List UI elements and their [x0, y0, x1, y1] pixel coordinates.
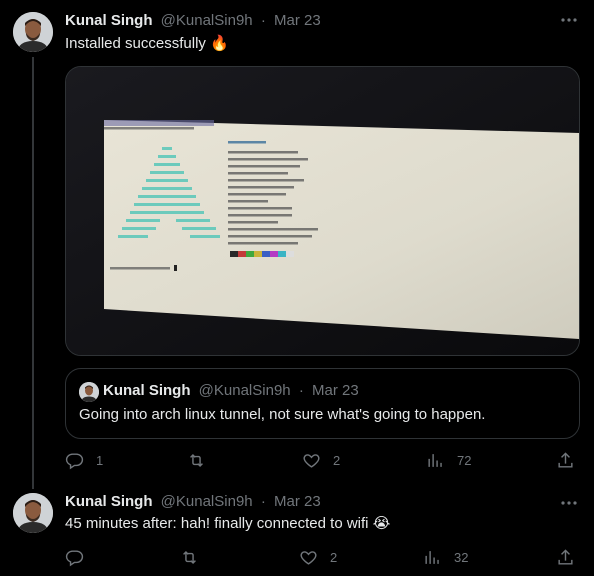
quoted-tweet-card[interactable]: Kunal Singh @KunalSin9h · Mar 23 Going i…	[65, 368, 580, 439]
tweet-header: Kunal Singh @KunalSin9h · Mar 23	[65, 492, 321, 512]
views-button[interactable]: 72	[426, 451, 471, 470]
views-chart-icon	[428, 454, 442, 467]
tweet-date[interactable]: Mar 23	[274, 493, 321, 510]
author-name[interactable]: Kunal Singh	[65, 493, 153, 510]
palette-swatch	[238, 251, 246, 257]
author-handle[interactable]: @KunalSin9h	[161, 12, 253, 29]
views-count: 32	[454, 550, 469, 565]
quoted-author-avatar	[79, 382, 99, 402]
palette-swatch	[278, 251, 286, 257]
like-count: 2	[330, 550, 338, 565]
laptop-screen-photo	[66, 67, 579, 355]
reply-icon	[65, 453, 84, 470]
more-options-icon[interactable]	[560, 11, 578, 34]
thread-connector-line	[32, 57, 34, 489]
retweet-icon	[190, 453, 203, 468]
palette-swatch	[286, 251, 294, 257]
palette-swatch	[262, 251, 270, 257]
separator-dot: ·	[260, 493, 266, 510]
palette-swatch	[254, 251, 262, 257]
views-chart-icon	[425, 551, 439, 564]
reply-button[interactable]	[65, 548, 96, 567]
retweet-button[interactable]	[187, 451, 218, 470]
quoted-author-name: Kunal Singh	[103, 382, 191, 399]
fire-emoji-icon: 🔥	[210, 35, 229, 52]
retweet-button[interactable]	[180, 548, 211, 567]
share-icon	[558, 549, 573, 565]
crying-face-emoji-icon: 😭	[372, 515, 391, 532]
more-options-icon[interactable]	[560, 494, 578, 517]
quoted-author-handle: @KunalSin9h	[198, 382, 291, 399]
tweet-text: Installed successfully 🔥	[65, 34, 229, 54]
tweet-media-image[interactable]	[65, 66, 580, 356]
tweet-text-body: 45 minutes after: hah! finally connected…	[65, 515, 369, 532]
separator-dot: ·	[260, 12, 266, 29]
author-name[interactable]: Kunal Singh	[65, 12, 153, 29]
quoted-tweet-text: Going into arch linux tunnel, not sure w…	[79, 406, 486, 423]
author-avatar[interactable]	[13, 493, 53, 533]
tweet-text-body: Installed successfully	[65, 35, 206, 52]
quoted-tweet-header: Kunal Singh @KunalSin9h · Mar 23	[103, 381, 359, 401]
palette-swatch	[270, 251, 278, 257]
separator-dot: ·	[298, 382, 304, 399]
reply-button[interactable]: 1	[65, 451, 103, 470]
heart-icon	[303, 454, 320, 468]
tweet-text: 45 minutes after: hah! finally connected…	[65, 514, 390, 534]
share-icon	[558, 452, 573, 468]
color-palette	[230, 251, 294, 257]
share-button[interactable]	[556, 451, 575, 470]
like-count: 2	[333, 453, 341, 468]
retweet-icon	[183, 550, 196, 565]
reply-count: 1	[96, 453, 104, 468]
reply-icon	[65, 550, 84, 567]
share-button[interactable]	[556, 548, 575, 567]
views-button[interactable]: 32	[423, 548, 468, 567]
heart-icon	[300, 551, 317, 565]
author-handle[interactable]: @KunalSin9h	[161, 493, 253, 510]
author-avatar[interactable]	[13, 12, 53, 52]
like-button[interactable]: 2	[302, 451, 340, 470]
tweet-header: Kunal Singh @KunalSin9h · Mar 23	[65, 11, 321, 31]
tweet-date[interactable]: Mar 23	[274, 12, 321, 29]
palette-swatch	[230, 251, 238, 257]
palette-swatch	[246, 251, 254, 257]
views-count: 72	[457, 453, 472, 468]
like-button[interactable]: 2	[299, 548, 337, 567]
quoted-tweet-date: Mar 23	[311, 382, 359, 399]
